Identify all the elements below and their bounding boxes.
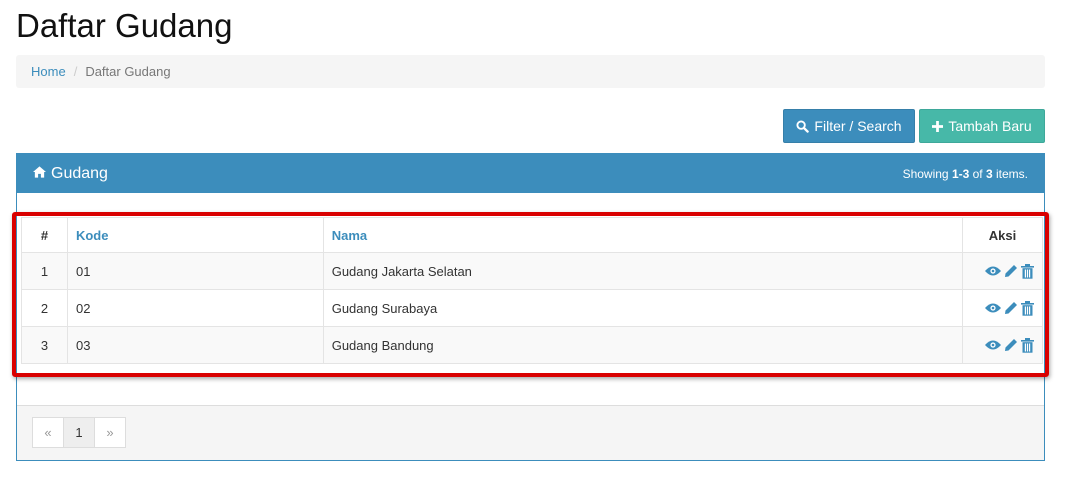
trash-icon[interactable] — [1021, 337, 1034, 353]
search-icon — [796, 119, 810, 133]
eye-icon[interactable] — [985, 339, 1001, 351]
pencil-icon[interactable] — [1004, 301, 1018, 315]
row-nama: Gudang Jakarta Selatan — [322, 252, 964, 290]
table-row: 3 03 Gudang Bandung — [21, 326, 1043, 364]
panel-title: Gudang — [33, 165, 108, 183]
row-actions — [962, 289, 1043, 327]
add-new-label: Tambah Baru — [948, 118, 1032, 134]
page-title: Daftar Gudang — [16, 7, 233, 44]
row-actions — [962, 326, 1043, 364]
panel-title-text: Gudang — [51, 164, 108, 182]
row-actions — [962, 252, 1043, 290]
pagination: « 1 » — [32, 417, 126, 448]
trash-icon[interactable] — [1021, 263, 1034, 279]
row-nama: Gudang Surabaya — [322, 289, 964, 327]
row-number: 3 — [21, 326, 68, 364]
summary-prefix: Showing — [902, 166, 952, 181]
plus-icon — [932, 120, 944, 132]
panel-heading: Gudang Showing 1-3 of 3 items. — [17, 154, 1044, 193]
column-header-number: # — [21, 217, 68, 253]
filter-search-button[interactable]: Filter / Search — [783, 109, 915, 143]
pencil-icon[interactable] — [1004, 338, 1018, 352]
eye-icon[interactable] — [985, 265, 1001, 277]
trash-icon[interactable] — [1021, 300, 1034, 316]
summary-suffix: items. — [992, 166, 1028, 181]
filter-search-label: Filter / Search — [814, 118, 902, 134]
pagination-prev[interactable]: « — [32, 417, 64, 448]
column-header-kode[interactable]: Kode — [66, 217, 324, 253]
warehouse-table: # Kode Nama Aksi 1 01 Gudang Jakarta Sel… — [21, 217, 1043, 364]
home-icon — [33, 165, 46, 183]
summary-mid: of — [969, 166, 986, 181]
breadcrumb-home-link[interactable]: Home — [31, 64, 66, 79]
row-kode: 02 — [66, 289, 324, 327]
row-kode: 03 — [66, 326, 324, 364]
breadcrumb: Home / Daftar Gudang — [16, 55, 1045, 88]
column-header-aksi: Aksi — [962, 217, 1043, 253]
breadcrumb-separator: / — [73, 64, 78, 79]
column-header-nama[interactable]: Nama — [322, 217, 964, 253]
table-row: 2 02 Gudang Surabaya — [21, 289, 1043, 327]
table-row: 1 01 Gudang Jakarta Selatan — [21, 252, 1043, 290]
eye-icon[interactable] — [985, 302, 1001, 314]
warehouse-panel: Gudang Showing 1-3 of 3 items. # Kode Na… — [16, 153, 1045, 461]
row-number: 2 — [21, 289, 68, 327]
row-number: 1 — [21, 252, 68, 290]
panel-footer: « 1 » — [17, 405, 1044, 460]
summary-range: 1-3 — [951, 166, 970, 181]
breadcrumb-current: Daftar Gudang — [85, 64, 171, 79]
pagination-next[interactable]: » — [94, 417, 126, 448]
row-nama: Gudang Bandung — [322, 326, 964, 364]
table-header-row: # Kode Nama Aksi — [21, 217, 1043, 253]
summary-total: 3 — [985, 166, 993, 181]
add-new-button[interactable]: Tambah Baru — [919, 109, 1045, 143]
items-summary: Showing 1-3 of 3 items. — [903, 167, 1028, 181]
pagination-page-current[interactable]: 1 — [63, 417, 95, 448]
pencil-icon[interactable] — [1004, 264, 1018, 278]
row-kode: 01 — [66, 252, 324, 290]
